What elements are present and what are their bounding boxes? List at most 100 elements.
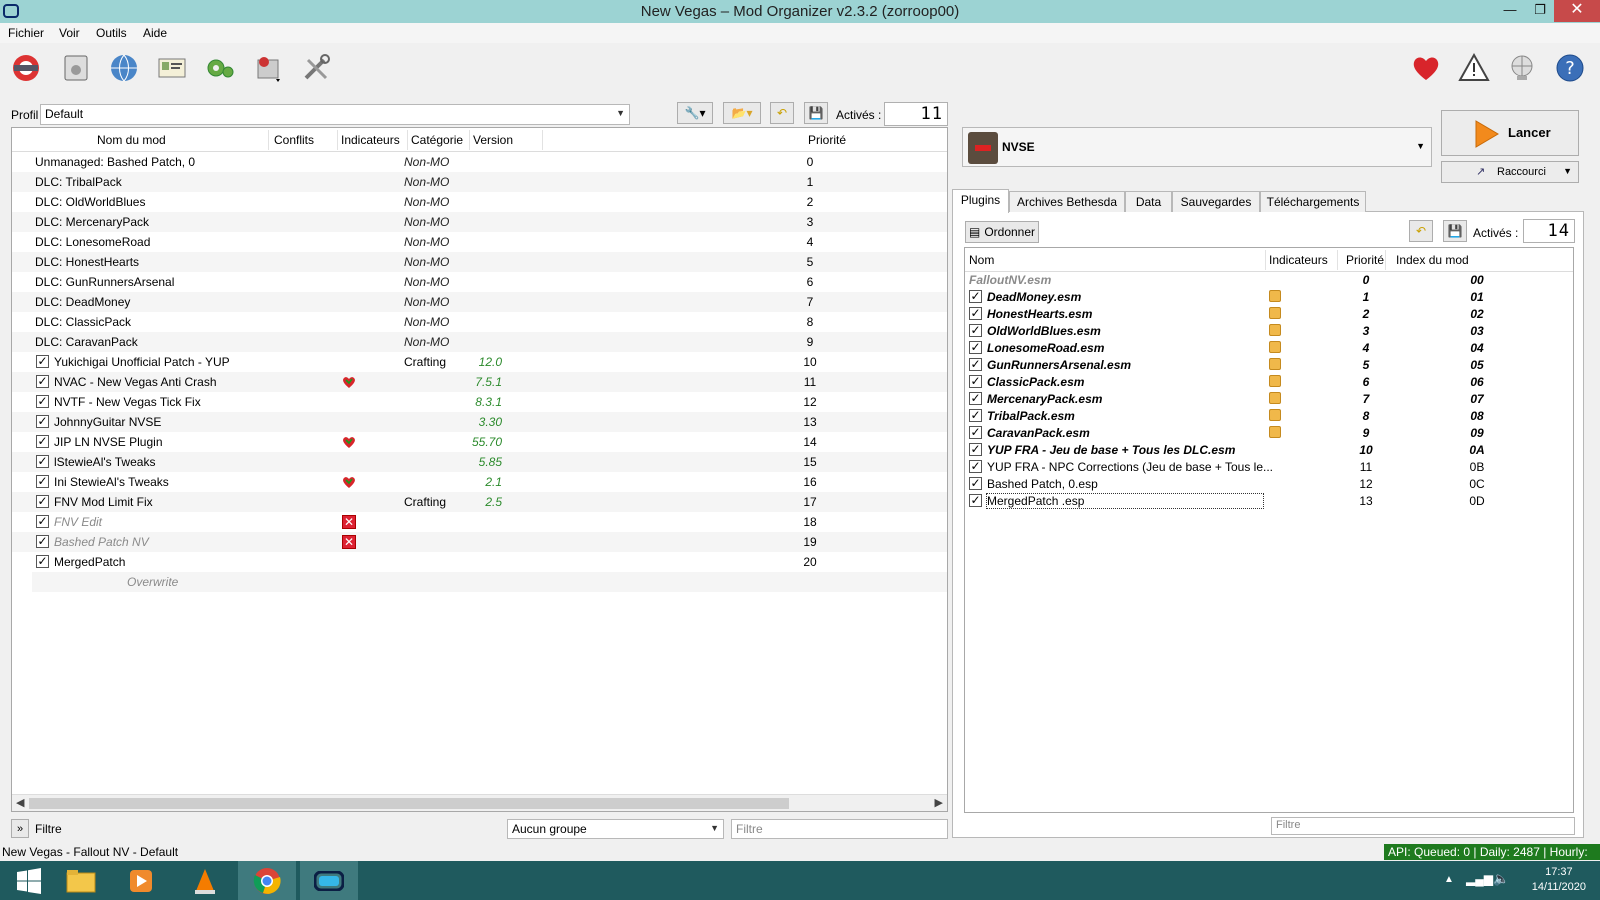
mod-row[interactable]: ✓ JIP LN NVSE Plugin 55.70 14 bbox=[12, 432, 947, 452]
settings-gears-icon[interactable] bbox=[202, 50, 238, 86]
col-plugin-index[interactable]: Index du mod bbox=[1396, 253, 1469, 267]
open-folder-button[interactable]: 📂▾ bbox=[723, 102, 761, 124]
menu-fichier[interactable]: Fichier bbox=[8, 26, 44, 40]
menu-aide[interactable]: Aide bbox=[143, 26, 167, 40]
mod-enabled-checkbox[interactable]: ✓ bbox=[36, 355, 49, 368]
col-version[interactable]: Version bbox=[473, 133, 513, 147]
plugin-row[interactable]: ✓ YUP FRA - NPC Corrections (Jeu de base … bbox=[965, 459, 1573, 476]
updates-globe-icon[interactable] bbox=[1504, 50, 1540, 86]
plugin-enabled-checkbox[interactable]: ✓ bbox=[969, 307, 982, 320]
plugins-restore-button[interactable]: ↶ bbox=[1409, 220, 1433, 242]
expand-filters-button[interactable]: » bbox=[11, 819, 29, 838]
plugin-row[interactable]: FalloutNV.esm 0 00 bbox=[965, 272, 1573, 289]
tab-saves[interactable]: Sauvegardes bbox=[1172, 191, 1260, 212]
mod-row[interactable]: DLC: OldWorldBlues Non-MO 2 bbox=[12, 192, 947, 212]
help-icon[interactable]: ? bbox=[1552, 50, 1588, 86]
plugin-enabled-checkbox[interactable]: ✓ bbox=[969, 392, 982, 405]
mod-row[interactable]: DLC: CaravanPack Non-MO 9 bbox=[12, 332, 947, 352]
warning-icon[interactable] bbox=[1456, 50, 1492, 86]
shortcut-button[interactable]: ↗ Raccourci ▼ bbox=[1441, 161, 1579, 183]
plugin-row[interactable]: ✓ DeadMoney.esm 1 01 bbox=[965, 289, 1573, 306]
plugin-row[interactable]: ✓ TribalPack.esm 8 08 bbox=[965, 408, 1573, 425]
col-indicators[interactable]: Indicateurs bbox=[341, 133, 400, 147]
plugin-enabled-checkbox[interactable]: ✓ bbox=[969, 341, 982, 354]
col-plugin-name[interactable]: Nom bbox=[969, 253, 994, 267]
mod-row[interactable]: DLC: HonestHearts Non-MO 5 bbox=[12, 252, 947, 272]
mod-enabled-checkbox[interactable]: ✓ bbox=[36, 535, 49, 548]
mod-row[interactable]: Unmanaged: Bashed Patch, 0 Non-MO 0 bbox=[12, 152, 947, 172]
col-category[interactable]: Catégorie bbox=[411, 133, 463, 147]
mod-row[interactable]: DLC: ClassicPack Non-MO 8 bbox=[12, 312, 947, 332]
mod-enabled-checkbox[interactable]: ✓ bbox=[36, 375, 49, 388]
nexus-globe-icon[interactable] bbox=[106, 50, 142, 86]
mod-row[interactable]: ✓ Ini StewieAl's Tweaks 2.1 16 bbox=[12, 472, 947, 492]
mod-enabled-checkbox[interactable]: ✓ bbox=[36, 435, 49, 448]
taskbar-chrome[interactable] bbox=[238, 861, 296, 900]
taskbar-mod-organizer[interactable] bbox=[300, 861, 358, 900]
mod-row[interactable]: ✓ JohnnyGuitar NVSE 3.30 13 bbox=[12, 412, 947, 432]
mod-row[interactable]: ✓ FNV Mod Limit Fix Crafting 2.5 17 bbox=[12, 492, 947, 512]
plugin-enabled-checkbox[interactable]: ✓ bbox=[969, 324, 982, 337]
plugin-enabled-checkbox[interactable]: ✓ bbox=[969, 443, 982, 456]
mod-row[interactable]: DLC: DeadMoney Non-MO 7 bbox=[12, 292, 947, 312]
mod-enabled-checkbox[interactable]: ✓ bbox=[36, 515, 49, 528]
mod-row[interactable]: DLC: LonesomeRoad Non-MO 4 bbox=[12, 232, 947, 252]
mod-row[interactable]: DLC: MercenaryPack Non-MO 3 bbox=[12, 212, 947, 232]
col-priority[interactable]: Priorité bbox=[808, 133, 846, 147]
profiles-icon[interactable] bbox=[154, 50, 190, 86]
maximize-button[interactable]: ❐ bbox=[1525, 0, 1555, 22]
create-backup-button[interactable]: 💾 bbox=[804, 102, 828, 124]
tab-archives[interactable]: Archives Bethesda bbox=[1009, 191, 1125, 212]
endorse-heart-icon[interactable] bbox=[1408, 50, 1444, 86]
tab-data[interactable]: Data bbox=[1125, 191, 1172, 212]
actions-button[interactable]: 🔧▾ bbox=[677, 102, 713, 124]
taskbar-media-player[interactable] bbox=[112, 861, 170, 900]
plugin-row[interactable]: ✓ ClassicPack.esm 6 06 bbox=[965, 374, 1573, 391]
close-button[interactable]: ✕ bbox=[1554, 0, 1600, 22]
scrollbar-thumb[interactable] bbox=[29, 798, 789, 809]
archive-icon[interactable] bbox=[58, 50, 94, 86]
mod-enabled-checkbox[interactable]: ✓ bbox=[36, 555, 49, 568]
mod-enabled-checkbox[interactable]: ✓ bbox=[36, 415, 49, 428]
mod-row[interactable]: ✓ Yukichigai Unofficial Patch - YUP Crafti… bbox=[12, 352, 947, 372]
mod-list[interactable]: Nom du mod Conflits Indicateurs Catégori… bbox=[11, 127, 948, 812]
scroll-right-icon[interactable]: ▶ bbox=[935, 796, 943, 809]
launch-button[interactable]: Lancer bbox=[1441, 110, 1579, 156]
plugin-row[interactable]: ✓ MergedPatch .esp 13 0D bbox=[965, 493, 1573, 510]
plugin-row[interactable]: ✓ LonesomeRoad.esm 4 04 bbox=[965, 340, 1573, 357]
col-plugin-priority[interactable]: Priorité bbox=[1346, 253, 1384, 267]
mod-row[interactable]: ✓ MergedPatch 20 bbox=[12, 552, 947, 572]
network-icon[interactable]: ▂▄▆ bbox=[1466, 872, 1493, 886]
profile-select[interactable]: Default ▼ bbox=[40, 104, 630, 125]
taskbar-explorer[interactable] bbox=[52, 861, 110, 900]
group-select[interactable]: Aucun groupe ▼ bbox=[507, 819, 724, 839]
mod-row[interactable]: ✓ NVTF - New Vegas Tick Fix 8.3.1 12 bbox=[12, 392, 947, 412]
volume-icon[interactable]: 🔈 bbox=[1493, 871, 1509, 887]
tools-icon[interactable] bbox=[298, 50, 334, 86]
start-button[interactable] bbox=[0, 861, 58, 900]
mod-row[interactable]: ✓ FNV Edit ✕ 18 bbox=[12, 512, 947, 532]
plugin-row[interactable]: ✓ YUP FRA - Jeu de base + Tous les DLC.es… bbox=[965, 442, 1573, 459]
instance-manager-icon[interactable] bbox=[8, 50, 44, 86]
plugin-enabled-checkbox[interactable]: ✓ bbox=[969, 477, 982, 490]
mod-row[interactable]: ✓ lStewieAl's Tweaks 5.85 15 bbox=[12, 452, 947, 472]
mod-row[interactable]: ✓ Bashed Patch NV ✕ 19 bbox=[12, 532, 947, 552]
clock[interactable]: 17:37 14/11/2020 bbox=[1532, 865, 1586, 895]
plugin-enabled-checkbox[interactable]: ✓ bbox=[969, 358, 982, 371]
col-conflicts[interactable]: Conflits bbox=[274, 133, 314, 147]
scroll-left-icon[interactable]: ◀ bbox=[16, 796, 24, 809]
restore-backup-button[interactable]: ↶ bbox=[770, 102, 794, 124]
mod-filter-input[interactable]: Filtre bbox=[731, 819, 948, 839]
plugin-enabled-checkbox[interactable]: ✓ bbox=[969, 494, 982, 507]
plugin-row[interactable]: ✓ GunRunnersArsenal.esm 5 05 bbox=[965, 357, 1573, 374]
plugin-row[interactable]: ✓ OldWorldBlues.esm 3 03 bbox=[965, 323, 1573, 340]
executables-icon[interactable] bbox=[250, 50, 286, 86]
mod-enabled-checkbox[interactable]: ✓ bbox=[36, 395, 49, 408]
menu-voir[interactable]: Voir bbox=[59, 26, 80, 40]
mod-row[interactable]: DLC: GunRunnersArsenal Non-MO 6 bbox=[12, 272, 947, 292]
mod-row[interactable]: ✓ NVAC - New Vegas Anti Crash 7.5.1 11 bbox=[12, 372, 947, 392]
plugin-row[interactable]: ✓ Bashed Patch, 0.esp 12 0C bbox=[965, 476, 1573, 493]
mod-enabled-checkbox[interactable]: ✓ bbox=[36, 455, 49, 468]
mod-enabled-checkbox[interactable]: ✓ bbox=[36, 475, 49, 488]
col-plugin-indicators[interactable]: Indicateurs bbox=[1269, 253, 1328, 267]
